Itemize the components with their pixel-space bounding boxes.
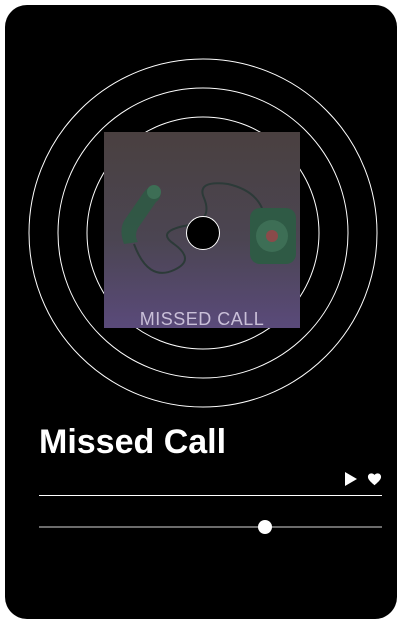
like-button[interactable] xyxy=(366,471,382,487)
progress-slider[interactable] xyxy=(39,520,382,534)
progress-thumb[interactable] xyxy=(258,520,273,534)
track-title: Missed Call xyxy=(39,423,227,461)
player-card: MISSED CALL Missed Call xyxy=(5,5,397,619)
play-icon xyxy=(344,472,357,486)
divider xyxy=(39,495,382,496)
play-button[interactable] xyxy=(342,471,358,487)
heart-icon xyxy=(367,473,381,486)
artwork-caption: MISSED CALL xyxy=(139,309,265,328)
playback-controls xyxy=(342,471,382,487)
record-spindle xyxy=(186,216,220,250)
